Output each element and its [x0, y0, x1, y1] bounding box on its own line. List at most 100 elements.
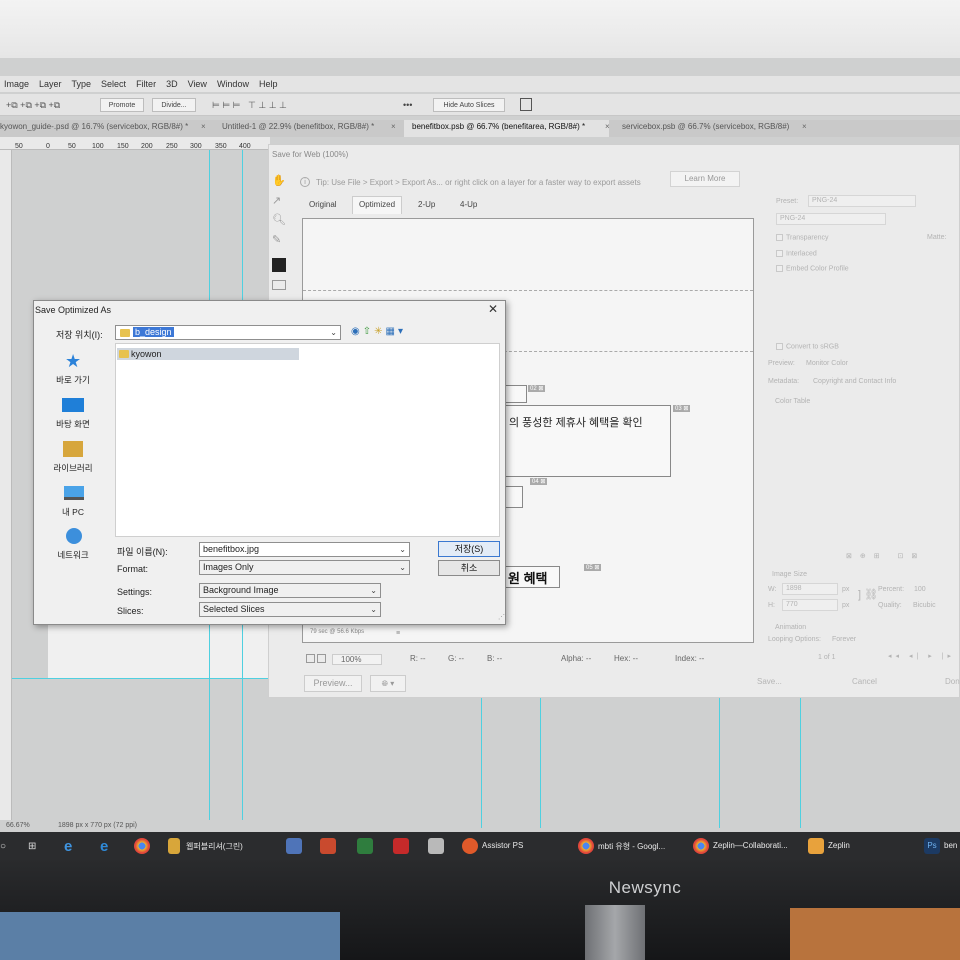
place-desktop[interactable]: 바탕 화면	[38, 418, 108, 430]
desktop-icon[interactable]	[62, 398, 84, 412]
resize-grip-icon[interactable]: ⋰	[498, 613, 505, 621]
file-list[interactable]	[115, 343, 500, 537]
tab-kyowon-guide[interactable]: kyowon_guide-.psd @ 16.7% (servicebox, R…	[0, 122, 188, 131]
menu-select[interactable]: Select	[101, 79, 126, 89]
learn-more-button[interactable]: Learn More	[670, 171, 740, 187]
menu-help[interactable]: Help	[259, 79, 278, 89]
taskbar-item-zeplin-web[interactable]: Zeplin—Collaborati...	[713, 841, 788, 850]
tab-4-up[interactable]: 4-Up	[460, 200, 477, 209]
save-in-combo[interactable]: b_design ⌄	[115, 325, 341, 340]
place-network[interactable]: 네트워크	[38, 549, 108, 561]
convert-checkbox[interactable]	[776, 343, 783, 350]
transparency-checkbox[interactable]	[776, 234, 783, 241]
width-field[interactable]: 1898	[782, 583, 838, 595]
hand-tool-icon[interactable]: ✋	[272, 170, 292, 192]
metadata-value[interactable]: Copyright and Contact Info	[813, 378, 896, 385]
libraries-icon[interactable]	[63, 441, 83, 457]
browser-icon[interactable]: 🌐︎ ▾	[370, 675, 406, 692]
slice-visibility-icon[interactable]	[272, 280, 286, 290]
save-button[interactable]: Save...	[757, 677, 782, 686]
taskbar-item-explorer[interactable]: 웹퍼블리셔(그린)	[186, 841, 243, 852]
task-view-icon[interactable]: ⊞	[28, 841, 36, 852]
animation-controls[interactable]: ◂◂ ◂| ▸ |▸	[888, 652, 955, 660]
preview-button[interactable]: Preview...	[304, 675, 362, 692]
tab-untitled-1[interactable]: Untitled-1 @ 22.9% (benefitbox, RGB/8#) …	[222, 122, 374, 131]
settings-select[interactable]: Background Image ⌄	[199, 583, 381, 598]
preset-select[interactable]: PNG-24	[808, 195, 916, 207]
preview-value[interactable]: Monitor Color	[806, 360, 848, 367]
link-icon[interactable]: ] ⛓︎	[858, 588, 878, 601]
excel-icon[interactable]	[357, 838, 373, 854]
zoom-controls[interactable]	[306, 654, 327, 665]
embed-checkbox[interactable]	[776, 265, 783, 272]
slice-select-icon[interactable]: ↗	[272, 192, 292, 210]
tab-2-up[interactable]: 2-Up	[418, 200, 435, 209]
info-menu-icon[interactable]: ≡	[396, 630, 400, 637]
search-icon[interactable]: ○	[0, 841, 6, 852]
place-libraries[interactable]: 라이브러리	[38, 462, 108, 474]
chrome-icon[interactable]	[578, 838, 594, 854]
close-icon[interactable]: ×	[391, 122, 396, 131]
zeplin-icon[interactable]	[808, 838, 824, 854]
app-icon[interactable]	[286, 838, 302, 854]
tab-original[interactable]: Original	[309, 200, 337, 209]
filename-field[interactable]: benefitbox.jpg ⌄	[199, 542, 410, 557]
format-select[interactable]: PNG-24	[776, 213, 886, 225]
menu-type[interactable]: Type	[72, 79, 92, 89]
close-icon[interactable]: ✕	[488, 302, 498, 316]
quality-value[interactable]: Bicubic	[913, 602, 936, 609]
assistor-icon[interactable]	[462, 838, 478, 854]
convert-srgb-option[interactable]: Convert to sRGB	[776, 343, 839, 350]
taskbar-item-assistor[interactable]: Assistor PS	[482, 841, 523, 850]
eyedropper-color-swatch[interactable]	[272, 258, 286, 272]
color-table-icons[interactable]: ⊠⊕⊞ ⊡⊠	[846, 552, 925, 560]
tab-optimized[interactable]: Optimized	[352, 196, 403, 214]
dialog-cancel-button[interactable]: 취소	[438, 560, 500, 576]
menu-filter[interactable]: Filter	[136, 79, 156, 89]
taskbar-item-zeplin[interactable]: Zeplin	[828, 841, 850, 850]
this-pc-icon[interactable]	[64, 486, 84, 500]
place-this-pc[interactable]: 내 PC	[38, 506, 108, 518]
eyedropper-icon[interactable]: ✎	[272, 230, 292, 250]
format-select[interactable]: Images Only ⌄	[199, 560, 410, 575]
network-icon[interactable]	[66, 528, 82, 544]
list-item[interactable]: kyowon	[117, 348, 299, 360]
menu-view[interactable]: View	[188, 79, 207, 89]
chrome-icon[interactable]	[693, 838, 709, 854]
dialog-save-button[interactable]: 저장(S)	[438, 541, 500, 557]
tab-benefitbox[interactable]: benefitbox.psb @ 66.7% (benefitarea, RGB…	[412, 122, 585, 131]
embed-profile-option[interactable]: Embed Color Profile	[776, 265, 849, 272]
file-explorer-icon[interactable]	[168, 838, 180, 854]
menu-window[interactable]: Window	[217, 79, 249, 89]
chrome-icon[interactable]	[134, 838, 150, 854]
place-quick-access[interactable]: 바로 가기	[38, 374, 108, 386]
taskbar-item-mbti[interactable]: mbti 유형 - Googl...	[598, 841, 665, 852]
interlaced-checkbox[interactable]	[776, 250, 783, 257]
slices-select[interactable]: Selected Slices ⌄	[199, 602, 381, 617]
photoshop-icon[interactable]: Ps	[924, 838, 940, 854]
navigation-icons[interactable]: ◉⇧✳▦▾	[351, 326, 406, 337]
zoom-icon[interactable]: 🔍︎	[272, 210, 292, 230]
promote-button[interactable]: Promote	[100, 98, 144, 112]
divide-button[interactable]: Divide...	[152, 98, 196, 112]
slice-arrange-icons[interactable]: +⧉ +⧉ +⧉ +⧉	[6, 100, 60, 111]
ie-icon[interactable]: e	[64, 838, 72, 855]
done-button[interactable]: Done	[945, 677, 960, 686]
edge-icon[interactable]: e	[100, 838, 108, 855]
zoom-level[interactable]: 100%	[332, 654, 382, 665]
menu-layer[interactable]: Layer	[39, 79, 62, 89]
cancel-button[interactable]: Cancel	[852, 677, 877, 686]
slice-options-icon[interactable]	[520, 98, 532, 111]
taskbar-item-photoshop[interactable]: ben	[944, 841, 957, 850]
close-icon[interactable]: ×	[201, 122, 206, 131]
looping-value[interactable]: Forever	[832, 636, 856, 643]
interlaced-option[interactable]: Interlaced	[776, 250, 817, 257]
tab-servicebox[interactable]: servicebox.psb @ 66.7% (servicebox, RGB/…	[622, 122, 789, 131]
hide-auto-slices-button[interactable]: Hide Auto Slices	[433, 98, 505, 112]
close-icon[interactable]: ×	[802, 122, 807, 131]
more-options-icon[interactable]: •••	[403, 100, 412, 110]
acrobat-icon[interactable]	[393, 838, 409, 854]
height-field[interactable]: 770	[782, 599, 838, 611]
percent-value[interactable]: 100	[914, 586, 926, 593]
align-icons[interactable]: ⊨ ⊨ ⊨ ⊤ ⊥ ⊥ ⊥	[212, 100, 287, 111]
